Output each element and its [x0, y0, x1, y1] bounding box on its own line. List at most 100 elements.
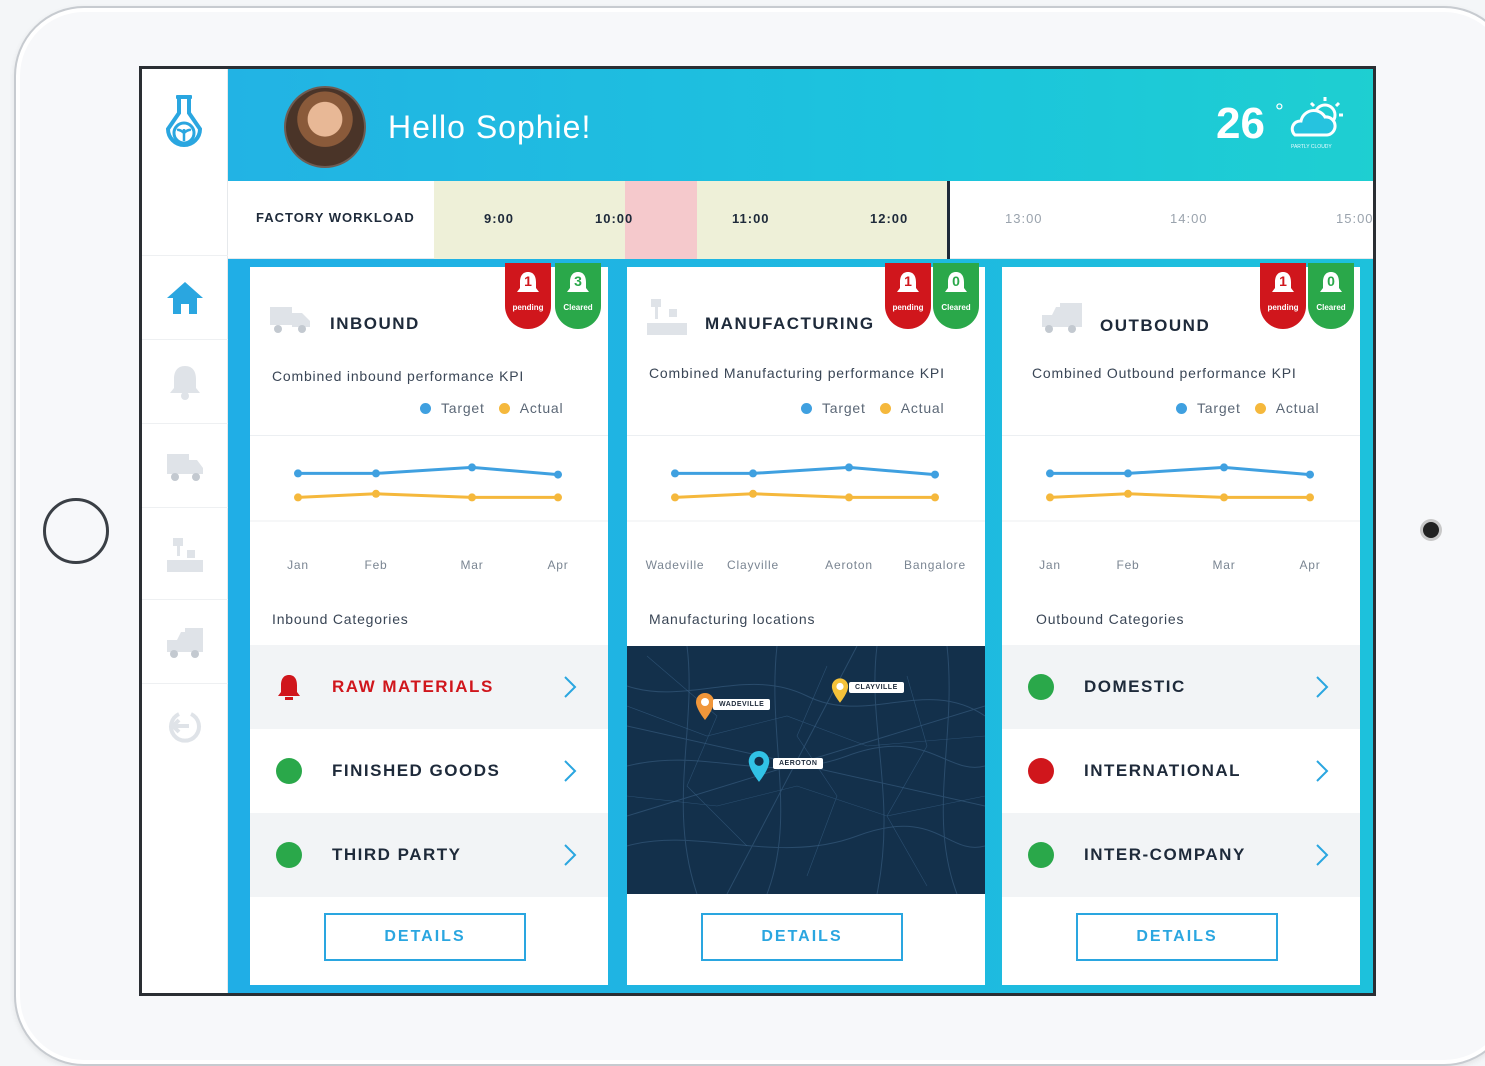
kpi-line-chart: Jan Feb Mar Apr [1002, 463, 1360, 572]
x-tick-label: Jan [1039, 558, 1061, 572]
data-point-actual [372, 489, 380, 498]
workload-time: 9:00 [484, 211, 515, 226]
legend-target: Target [801, 400, 866, 416]
map-pin-icon[interactable] [831, 678, 849, 704]
workload-band-alert [625, 181, 697, 259]
sidebar-item-outbound[interactable] [142, 599, 228, 683]
greeting-title: Hello Sophie! [388, 109, 592, 145]
data-point-target [1046, 469, 1054, 478]
category-row-finished-goods[interactable]: FINISHED GOODS [250, 729, 608, 813]
pending-count: 1 [524, 273, 532, 289]
data-point-target [749, 469, 757, 478]
data-point-target [468, 463, 476, 472]
data-point-actual [468, 493, 476, 502]
category-row-international[interactable]: INTERNATIONAL [1002, 729, 1360, 813]
data-point-actual [1124, 489, 1132, 498]
truck-icon [167, 453, 203, 481]
category-row-domestic[interactable]: DOMESTIC [1002, 645, 1360, 729]
flask-logo-icon[interactable] [162, 93, 206, 153]
category-row-third-party[interactable]: THIRD PARTY [250, 813, 608, 897]
factory-icon [167, 537, 203, 572]
series-line-actual [297, 492, 558, 499]
x-tick-label: Aeroton [825, 558, 873, 572]
data-point-target [554, 470, 562, 479]
category-row-inter-company[interactable]: INTER-COMPANY [1002, 813, 1360, 897]
pending-badge[interactable]: 1 pending [505, 263, 551, 329]
pending-label: pending [512, 303, 544, 312]
kpi-title: Combined Manufacturing performance KPI [649, 365, 945, 381]
workload-label: FACTORY WORKLOAD [256, 210, 415, 225]
temperature-value: 26 [1216, 99, 1265, 148]
cleared-badge[interactable]: 3 Cleared [555, 263, 601, 329]
pending-badge[interactable]: 1 pending [885, 263, 931, 329]
tablet-camera [1423, 522, 1439, 538]
avatar[interactable] [284, 86, 366, 168]
section-label: Inbound Categories [272, 611, 409, 627]
factory-icon [647, 299, 687, 335]
card-title: INBOUND [330, 314, 420, 333]
sidebar-item-manufacturing[interactable] [142, 507, 228, 599]
pending-label: pending [1267, 303, 1299, 312]
workload-time: 10:00 [595, 211, 634, 226]
inbound-card: INBOUND 1 pending 3 Cleared Combined inb… [250, 263, 608, 985]
card-title: OUTBOUND [1100, 316, 1211, 335]
workload-time: 14:00 [1170, 211, 1208, 226]
logout-icon [169, 711, 201, 743]
pending-count: 1 [904, 273, 912, 289]
data-point-target [671, 469, 679, 478]
legend-target: Target [420, 400, 485, 416]
outbound-truck-icon [1042, 303, 1082, 333]
sidebar-item-home[interactable] [142, 255, 228, 339]
cleared-label: Cleared [941, 303, 971, 312]
data-point-actual [554, 493, 562, 502]
x-tick-label: Bangalore [904, 558, 966, 572]
x-tick-label: Jan [287, 558, 309, 572]
dashboard-content: INBOUND 1 pending 3 Cleared Combined inb… [228, 259, 1373, 993]
inbound-truck-icon [270, 307, 310, 333]
data-point-actual [931, 493, 939, 502]
map-pin-icon[interactable] [695, 693, 715, 721]
data-point-target [1124, 469, 1132, 478]
section-label: Manufacturing locations [649, 611, 816, 627]
sidebar-item-inbound[interactable] [142, 423, 228, 507]
details-button[interactable]: DETAILS [324, 913, 526, 961]
alert-bell-icon [278, 675, 300, 700]
x-tick-label: Feb [1116, 558, 1139, 572]
manufacturing-locations-map[interactable]: WADEVILLE CLAYVILLE AEROTON [627, 646, 985, 894]
cleared-badge[interactable]: 0 Cleared [933, 263, 979, 329]
partly-cloudy-icon [1290, 97, 1343, 137]
current-time-marker [947, 181, 950, 259]
map-pin-label: WADEVILLE [713, 699, 771, 710]
data-point-actual [749, 489, 757, 498]
pending-count: 1 [1279, 273, 1287, 289]
cleared-badge[interactable]: 0 Cleared [1308, 263, 1354, 329]
outbound-truck-icon [167, 627, 203, 658]
pending-badge[interactable]: 1 pending [1260, 263, 1306, 329]
chevron-right-icon [564, 844, 577, 866]
bell-icon [170, 365, 200, 400]
chart-legend: Target Actual [406, 400, 563, 416]
cleared-count: 0 [1327, 273, 1335, 289]
outbound-card: OUTBOUND 1 pending 0 Cleared Combined Ou… [1002, 263, 1360, 985]
category-row-raw-materials[interactable]: RAW MATERIALS [250, 645, 608, 729]
details-button[interactable]: DETAILS [1076, 913, 1278, 961]
details-button[interactable]: DETAILS [701, 913, 903, 961]
sidebar-item-logout[interactable] [142, 683, 228, 767]
category-label: FINISHED GOODS [332, 761, 501, 780]
data-point-actual [294, 493, 302, 502]
section-label: Outbound Categories [1036, 611, 1185, 627]
legend-actual: Actual [879, 400, 945, 416]
tablet-home-button[interactable] [43, 498, 109, 564]
x-tick-label: Clayville [727, 558, 779, 572]
data-point-actual [1220, 493, 1228, 502]
data-point-target [1306, 470, 1314, 479]
workload-time: 13:00 [1005, 211, 1043, 226]
data-point-target [1220, 463, 1228, 472]
chevron-right-icon [1316, 676, 1329, 698]
sidebar-item-alerts[interactable] [142, 339, 228, 423]
factory-workload-timeline: FACTORY WORKLOAD 9:00 10:00 11:00 12:00 … [228, 181, 1373, 259]
kpi-title: Combined Outbound performance KPI [1032, 365, 1297, 381]
map-pin-icon[interactable] [747, 751, 771, 783]
cleared-count: 0 [952, 273, 960, 289]
chevron-right-icon [1316, 844, 1329, 866]
